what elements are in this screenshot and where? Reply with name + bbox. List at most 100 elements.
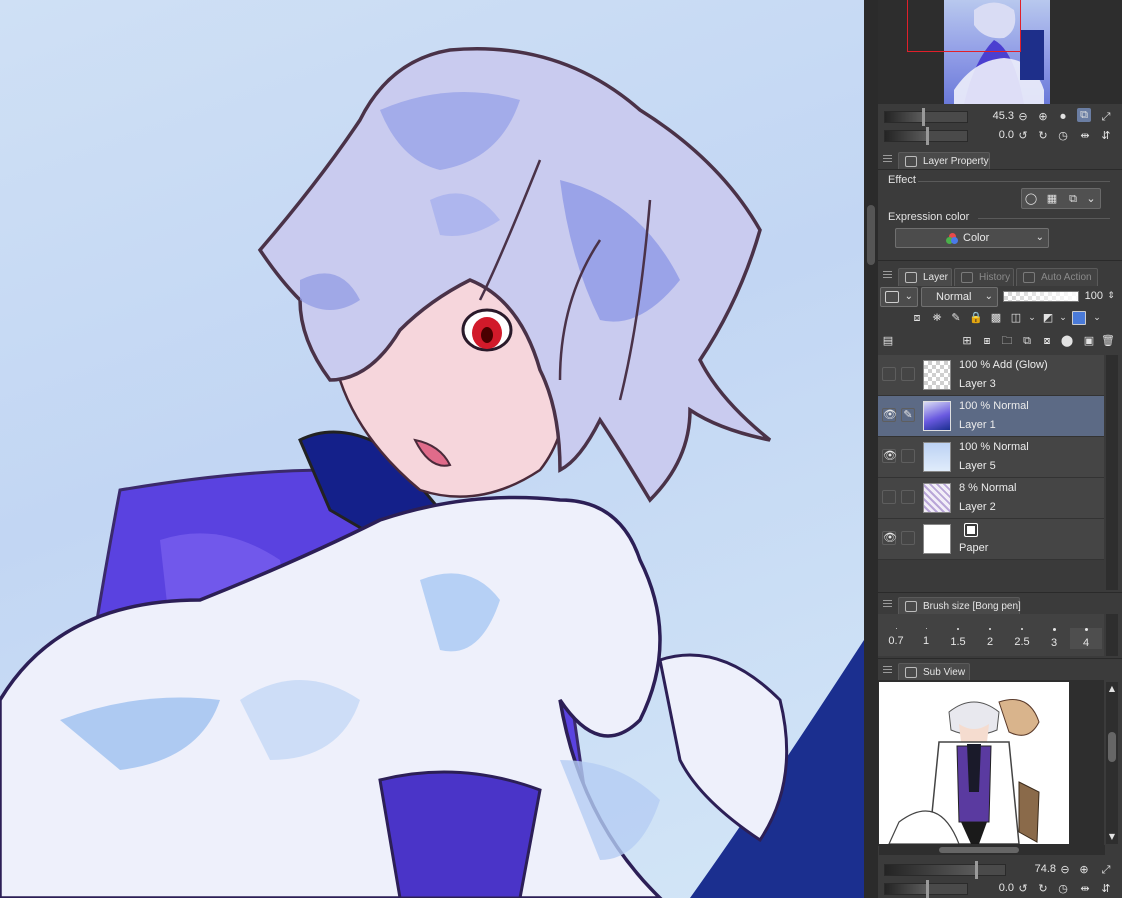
sub-view-zoom-slider[interactable] (884, 861, 1006, 879)
splitter-handle[interactable] (867, 205, 875, 265)
chevron-down-icon[interactable]: ⌄ (1084, 192, 1098, 206)
chevron-down-icon[interactable]: ⌄ (1025, 311, 1039, 325)
mask-add-icon[interactable]: ⬤ (1060, 334, 1074, 348)
layer-row-layer-2[interactable]: 8 % Normal Layer 2 (878, 478, 1104, 519)
tab-layer-property[interactable]: Layer Property (898, 152, 990, 170)
edit-indicator[interactable] (901, 531, 915, 545)
scroll-up-icon[interactable]: ▲ (1105, 682, 1119, 696)
new-folder-icon[interactable]: 🗀 (1000, 334, 1014, 348)
sub-view-zoom-knob[interactable] (975, 861, 978, 879)
brush-size-2[interactable]: 2 (974, 628, 1006, 648)
brush-size-2.5[interactable]: 2.5 (1006, 628, 1038, 648)
rotate-value[interactable]: 0.0 (974, 129, 1014, 141)
scroll-down-icon[interactable]: ▼ (1105, 830, 1119, 844)
sub-view-horizontal-scrollbar[interactable] (879, 845, 1105, 855)
clip-to-layer-below-icon[interactable]: ⧈ (910, 311, 924, 325)
eye-icon[interactable]: 👁 (882, 449, 897, 463)
mask-icon[interactable]: ◫ (1009, 311, 1023, 325)
tab-auto-action[interactable]: Auto Action (1016, 268, 1098, 286)
panel-grip-icon[interactable] (883, 271, 892, 278)
delete-layer-icon[interactable]: 🗑 (1101, 334, 1115, 348)
blend-mode-select[interactable]: Normal ⌄ (921, 287, 998, 307)
edit-indicator[interactable] (901, 449, 915, 463)
zoom-in-icon[interactable]: ⊕ (1077, 863, 1091, 877)
tab-brush-size[interactable]: Brush size [Bong pen] (898, 597, 1021, 615)
brush-size-scrollbar[interactable] (1106, 614, 1118, 656)
navigator-view[interactable] (878, 0, 1122, 104)
stop-icon[interactable]: ⏺ (1056, 110, 1070, 124)
flip-horizontal-icon[interactable]: ⇹ (1078, 129, 1092, 143)
sub-view-zoom-value[interactable]: 74.8 (1016, 863, 1056, 875)
flip-horizontal-icon[interactable]: ⇹ (1078, 882, 1092, 896)
layer-row-layer-1[interactable]: 👁 ✎ 100 % Normal Layer 1 (878, 396, 1104, 437)
layer-color-icon[interactable] (1072, 311, 1086, 325)
lock-layer-icon[interactable]: 🔒 (969, 311, 983, 325)
rotate-right-icon[interactable]: ↻ (1036, 882, 1050, 896)
drawing-canvas[interactable] (0, 0, 864, 898)
opacity-value[interactable]: 100 (1081, 290, 1103, 302)
sub-view-rotate-knob[interactable] (926, 880, 929, 898)
brush-size-0.7[interactable]: 0.7 (880, 628, 912, 647)
reference-layer-icon[interactable]: ⛯ (930, 311, 944, 325)
zoom-slider[interactable] (884, 108, 968, 126)
opacity-slider[interactable] (1003, 291, 1079, 302)
layer-row-layer-3[interactable]: 100 % Add (Glow) Layer 3 (878, 355, 1104, 396)
rotate-slider-knob[interactable] (926, 127, 929, 145)
tab-history[interactable]: History (954, 268, 1014, 286)
layer-list-options-icon[interactable]: ▤ (881, 334, 895, 348)
panel-splitter[interactable] (864, 0, 878, 898)
rotate-right-icon[interactable]: ↻ (1036, 129, 1050, 143)
panel-grip-icon[interactable] (883, 666, 892, 673)
zoom-value[interactable]: 45.3 (974, 110, 1014, 122)
layer-row-layer-5[interactable]: 👁 100 % Normal Layer 5 (878, 437, 1104, 478)
sub-view-vscroll-thumb[interactable] (1108, 732, 1116, 762)
layer-color-effect-icon[interactable]: ⧉ (1066, 192, 1080, 206)
sub-view-rotate-value[interactable]: 0.0 (974, 882, 1014, 894)
border-effect-icon[interactable]: ◯ (1024, 192, 1038, 206)
effect-buttons[interactable]: ◯ ▦ ⧉ ⌄ (1021, 188, 1101, 209)
chevron-down-icon[interactable]: ⌄ (1090, 311, 1104, 325)
palette-color-icon[interactable]: ◩ (1041, 311, 1055, 325)
brush-size-3[interactable]: 3 (1038, 628, 1070, 649)
apply-mask-icon[interactable]: ▣ (1082, 334, 1096, 348)
brush-size-4[interactable]: 4 (1070, 628, 1102, 649)
expand-icon[interactable]: ⤢ (1099, 863, 1113, 877)
draft-layer-icon[interactable]: ✎ (949, 311, 963, 325)
zoom-out-icon[interactable]: ⊖ (1058, 863, 1072, 877)
navigator-viewport-frame[interactable] (907, 0, 1021, 52)
zoom-in-icon[interactable]: ⊕ (1036, 110, 1050, 124)
lock-transparent-icon[interactable]: ▩ (989, 311, 1003, 325)
new-vector-layer-icon[interactable]: ⧆ (980, 334, 994, 348)
sub-view-image[interactable] (879, 682, 1069, 844)
flip-vertical-icon[interactable]: ⇵ (1099, 882, 1113, 896)
rotate-slider[interactable] (884, 127, 968, 145)
sub-view-rotate-slider[interactable] (884, 880, 968, 898)
fit-icon[interactable]: ⧉ (1077, 108, 1091, 122)
layer-color-select[interactable]: ⌄ (880, 287, 918, 307)
rotate-left-icon[interactable]: ↺ (1016, 129, 1030, 143)
expand-icon[interactable]: ⤢ (1099, 110, 1113, 124)
tone-effect-icon[interactable]: ▦ (1045, 192, 1059, 206)
zoom-out-icon[interactable]: ⊖ (1016, 110, 1030, 124)
panel-grip-icon[interactable] (883, 600, 892, 607)
layer-list-scrollbar[interactable] (1106, 355, 1118, 590)
new-raster-layer-icon[interactable]: ⊞ (960, 334, 974, 348)
brush-size-1.5[interactable]: 1.5 (942, 628, 974, 648)
visibility-toggle[interactable] (882, 367, 896, 381)
visibility-toggle[interactable] (882, 490, 896, 504)
rotate-left-icon[interactable]: ↺ (1016, 882, 1030, 896)
opacity-stepper-icon[interactable]: ⇕ (1104, 289, 1118, 303)
edit-indicator[interactable] (901, 490, 915, 504)
zoom-slider-knob[interactable] (922, 108, 925, 126)
transfer-to-layer-below-icon[interactable]: ⧉ (1020, 334, 1034, 348)
panel-grip-icon[interactable] (883, 155, 892, 162)
eye-icon[interactable]: 👁 (882, 408, 897, 422)
layer-row-paper[interactable]: 👁 Paper (878, 519, 1104, 560)
flip-vertical-icon[interactable]: ⇵ (1099, 129, 1113, 143)
tab-sub-view[interactable]: Sub View (898, 663, 970, 681)
tab-layer[interactable]: Layer (898, 268, 952, 286)
sub-view-hscroll-thumb[interactable] (939, 847, 1019, 853)
reset-rotation-icon[interactable]: ◷ (1056, 129, 1070, 143)
edit-indicator[interactable] (901, 367, 915, 381)
brush-size-1[interactable]: 1 (910, 628, 942, 647)
